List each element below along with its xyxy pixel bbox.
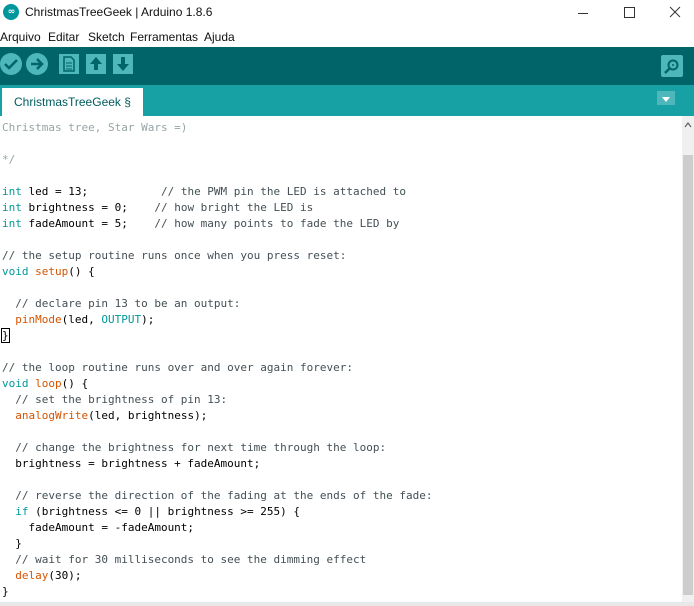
code-editor[interactable]: Christmas tree, Star Wars =) */ int led … [0, 116, 682, 602]
upload-icon [31, 58, 44, 70]
matched-brace: } [1, 328, 10, 343]
code-line: } [2, 537, 22, 550]
code-line: brightness = brightness + fadeAmount; [2, 457, 261, 470]
maximize-button[interactable] [606, 0, 652, 27]
chevron-up-icon [684, 122, 692, 128]
maximize-icon [624, 7, 635, 18]
save-sketch-button[interactable] [113, 54, 133, 74]
code-line: void setup() { [2, 265, 95, 278]
title-bar: ∞ ChristmasTreeGeek | Arduino 1.8.6 [0, 0, 694, 27]
code-line: // wait for 30 milliseconds to see the d… [2, 553, 367, 566]
scrollbar-thumb[interactable] [683, 155, 693, 595]
code-line: void loop() { [2, 377, 89, 390]
code-line: delay(30); [15, 569, 82, 582]
arduino-logo-icon: ∞ [3, 4, 19, 20]
menu-sketch[interactable]: Sketch [88, 30, 125, 44]
save-icon [117, 57, 129, 71]
tab-label: ChristmasTreeGeek § [14, 95, 131, 109]
verify-icon [4, 59, 18, 70]
toolbar [0, 47, 694, 85]
menu-arquivo[interactable]: Arquivo [0, 30, 41, 44]
code-line: // the setup routine runs once when you … [2, 249, 347, 262]
code-line: int brightness = 0; // how bright the LE… [2, 201, 314, 214]
code-line: // set the brightness of pin 13: [2, 393, 228, 406]
code-line: // the loop routine runs over and over a… [2, 361, 353, 374]
code-line: // declare pin 13 to be an output: [2, 297, 241, 310]
code-line: if (brightness <= 0 || brightness >= 255… [15, 505, 301, 518]
tab-dropdown-icon [662, 97, 670, 102]
tab-menu-button[interactable] [657, 91, 675, 105]
code-line: fadeAmount = -fadeAmount; [2, 521, 195, 534]
serial-monitor-button[interactable] [661, 55, 683, 77]
menu-bar: Arquivo Editar Sketch Ferramentas Ajuda [0, 28, 694, 47]
vertical-scrollbar[interactable] [682, 116, 694, 602]
menu-ferramentas[interactable]: Ferramentas [130, 30, 198, 44]
new-icon [63, 56, 75, 72]
serial-monitor-icon [664, 59, 679, 74]
open-icon [90, 57, 102, 70]
window-title: ChristmasTreeGeek | Arduino 1.8.6 [25, 5, 213, 19]
open-sketch-button[interactable] [86, 54, 106, 74]
console-divider [0, 602, 694, 606]
code-line: } [1, 328, 10, 344]
code-line: int led = 13; // the PWM pin the LED is … [2, 185, 406, 198]
code-line: */ [2, 153, 16, 166]
code-line: // reverse the direction of the fading a… [2, 489, 433, 502]
menu-ajuda[interactable]: Ajuda [204, 30, 235, 44]
close-button[interactable] [652, 0, 694, 27]
code-line: } [2, 585, 9, 598]
code-line: int fadeAmount = 5; // how many points t… [2, 217, 400, 230]
verify-button[interactable] [0, 53, 22, 75]
code-line: Christmas tree, Star Wars =) [2, 121, 188, 134]
code-line: analogWrite(led, brightness); [15, 409, 208, 422]
tab-christmastreegeek[interactable]: ChristmasTreeGeek § [2, 88, 143, 116]
upload-button[interactable] [26, 53, 48, 75]
code-line: pinMode(led, OUTPUT); [15, 313, 155, 326]
minimize-button[interactable] [560, 0, 606, 27]
tab-bar: ChristmasTreeGeek § [0, 85, 694, 116]
minimize-icon [578, 13, 588, 14]
close-icon [669, 6, 681, 18]
new-sketch-button[interactable] [59, 54, 79, 74]
scroll-up-button[interactable] [682, 116, 694, 128]
menu-editar[interactable]: Editar [48, 30, 79, 44]
code-line: // change the brightness for next time t… [2, 441, 387, 454]
